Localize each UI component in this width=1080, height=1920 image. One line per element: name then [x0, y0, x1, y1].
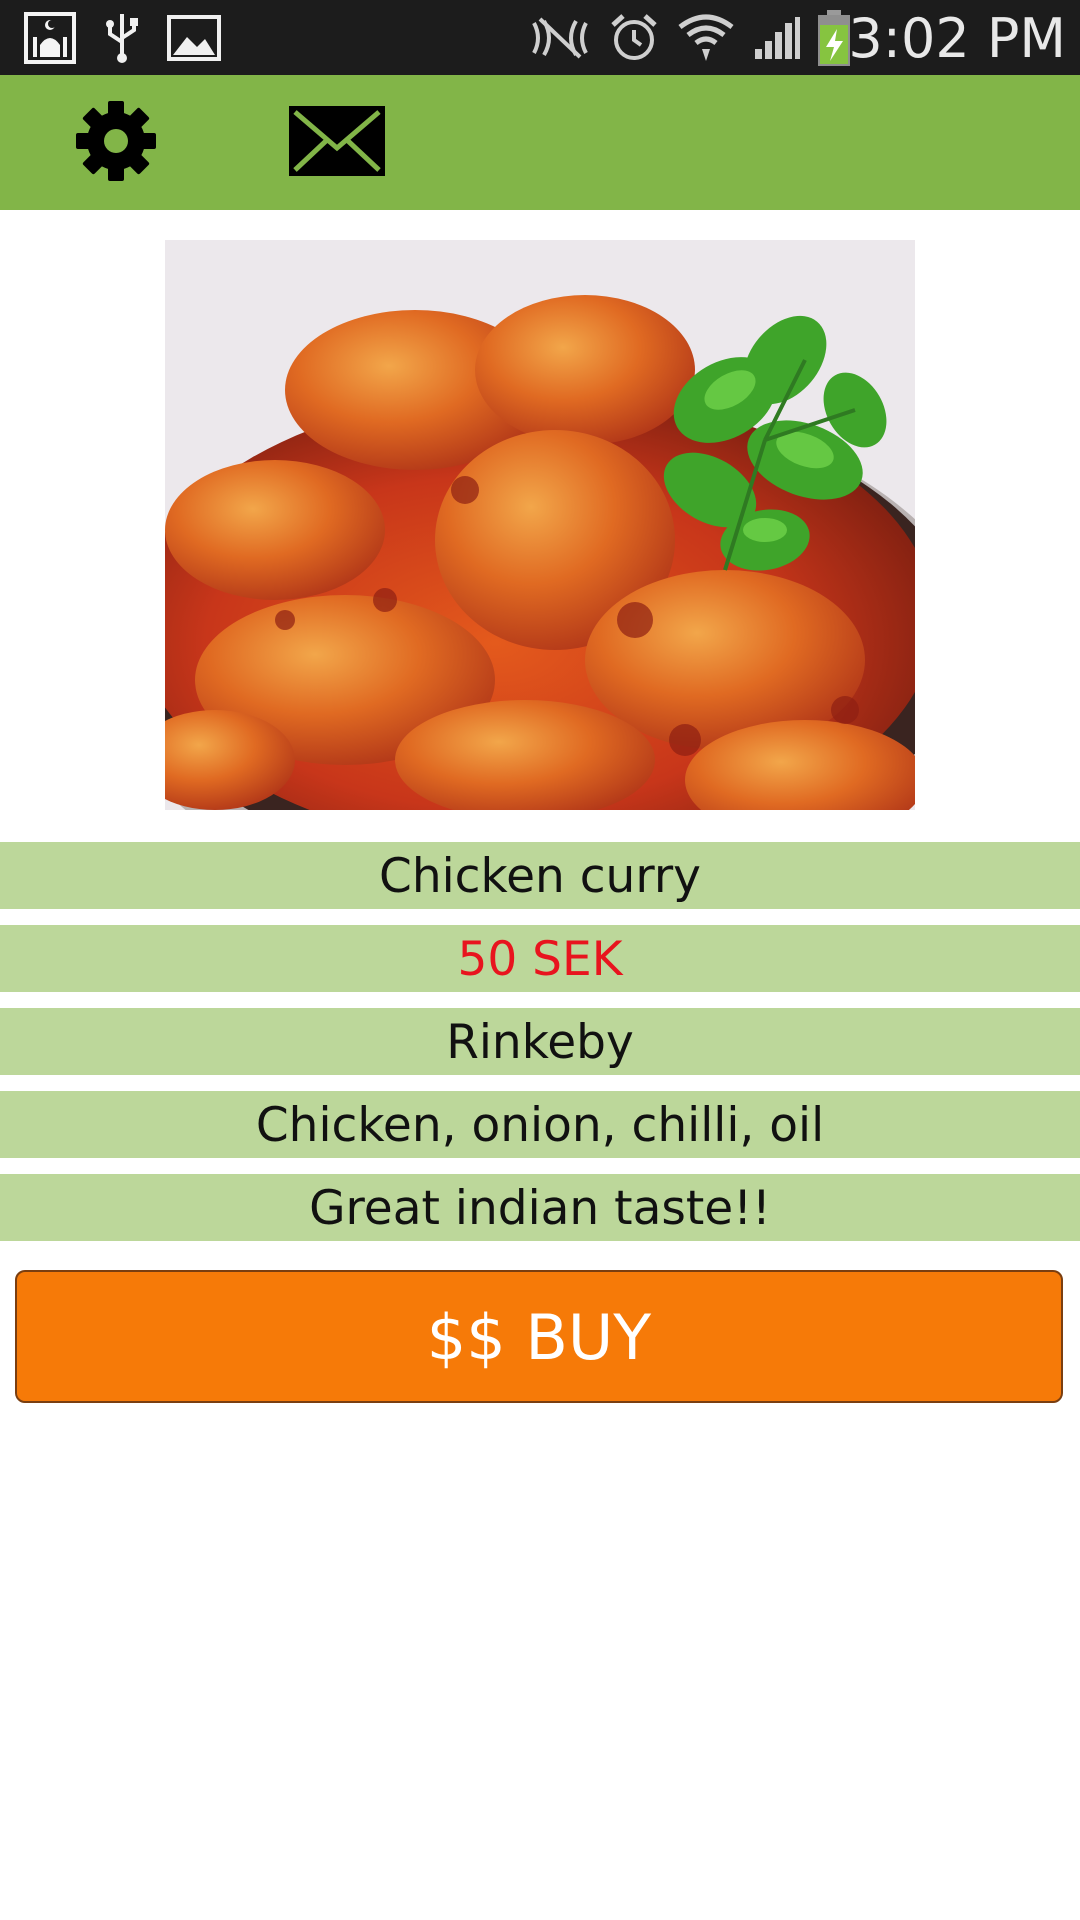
- buy-button[interactable]: $$ BUY: [15, 1270, 1063, 1403]
- wifi-icon: [678, 0, 734, 75]
- item-ingredients: Chicken, onion, chilli, oil: [0, 1091, 1080, 1158]
- message-button[interactable]: [282, 75, 392, 210]
- battery-charging-icon: [816, 0, 852, 75]
- settings-button[interactable]: [68, 75, 164, 210]
- gallery-icon: [166, 0, 222, 75]
- food-image: [165, 240, 915, 810]
- item-description: Great indian taste!!: [0, 1174, 1080, 1241]
- mail-icon: [287, 104, 387, 182]
- item-price: 50 SEK: [0, 925, 1080, 992]
- toolbar: [0, 75, 1080, 210]
- item-name: Chicken curry: [0, 842, 1080, 909]
- signal-icon: [752, 0, 802, 75]
- status-bar: 3:02 PM: [0, 0, 1080, 75]
- item-location: Rinkeby: [0, 1008, 1080, 1075]
- gear-icon: [74, 99, 158, 187]
- nfc-off-icon: [530, 0, 590, 75]
- status-time: 3:02 PM: [848, 7, 1066, 70]
- mosque-app-icon: [22, 0, 78, 75]
- usb-icon: [100, 0, 144, 75]
- alarm-icon: [608, 0, 660, 75]
